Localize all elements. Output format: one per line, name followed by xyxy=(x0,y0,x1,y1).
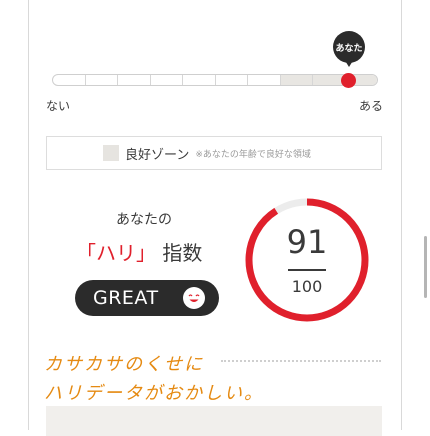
track-segment xyxy=(53,75,86,85)
good-zone-swatch xyxy=(103,145,119,161)
track-segment xyxy=(216,75,248,85)
good-zone-note: ※あなたの年齢で良好な領域 xyxy=(195,149,311,160)
low-end-label: ない xyxy=(46,99,71,113)
track-segment xyxy=(248,75,281,85)
left-border-line xyxy=(28,0,29,430)
track-segment xyxy=(183,75,216,85)
smile-face-icon xyxy=(183,287,205,309)
track-segment xyxy=(118,75,151,85)
right-border-line xyxy=(401,0,402,430)
good-zone-title: 良好ゾーン xyxy=(125,147,190,163)
score-divider xyxy=(288,269,326,271)
comment-line-2: ハリデータがおかしい。 xyxy=(44,383,264,404)
user-level-dot xyxy=(341,73,356,88)
score-value: 91 xyxy=(286,223,328,261)
scrollbar-thumb[interactable] xyxy=(424,236,427,298)
score-label: あなたの xyxy=(116,212,172,228)
track-segment xyxy=(280,75,313,85)
good-zone-legend: 良好ゾーン ※あなたの年齢で良好な領域 xyxy=(46,136,382,170)
level-track xyxy=(52,74,378,86)
rating-text: GREAT xyxy=(93,287,159,309)
marker-pointer xyxy=(344,59,354,67)
dotted-divider xyxy=(221,360,381,362)
user-marker-label: あなた xyxy=(335,43,363,54)
score-title-highlight: 「ハリ」 xyxy=(76,241,156,265)
rating-badge: GREAT xyxy=(75,280,219,316)
track-segment xyxy=(151,75,183,85)
score-title-rest: 指数 xyxy=(156,241,203,265)
content-card xyxy=(46,406,382,436)
comment-line-1: カサカサのくせに xyxy=(44,354,204,375)
track-segment xyxy=(86,75,118,85)
score-max: 100 xyxy=(291,277,323,296)
score-title: 「ハリ」 指数 xyxy=(76,237,202,266)
high-end-label: ある xyxy=(359,99,384,113)
